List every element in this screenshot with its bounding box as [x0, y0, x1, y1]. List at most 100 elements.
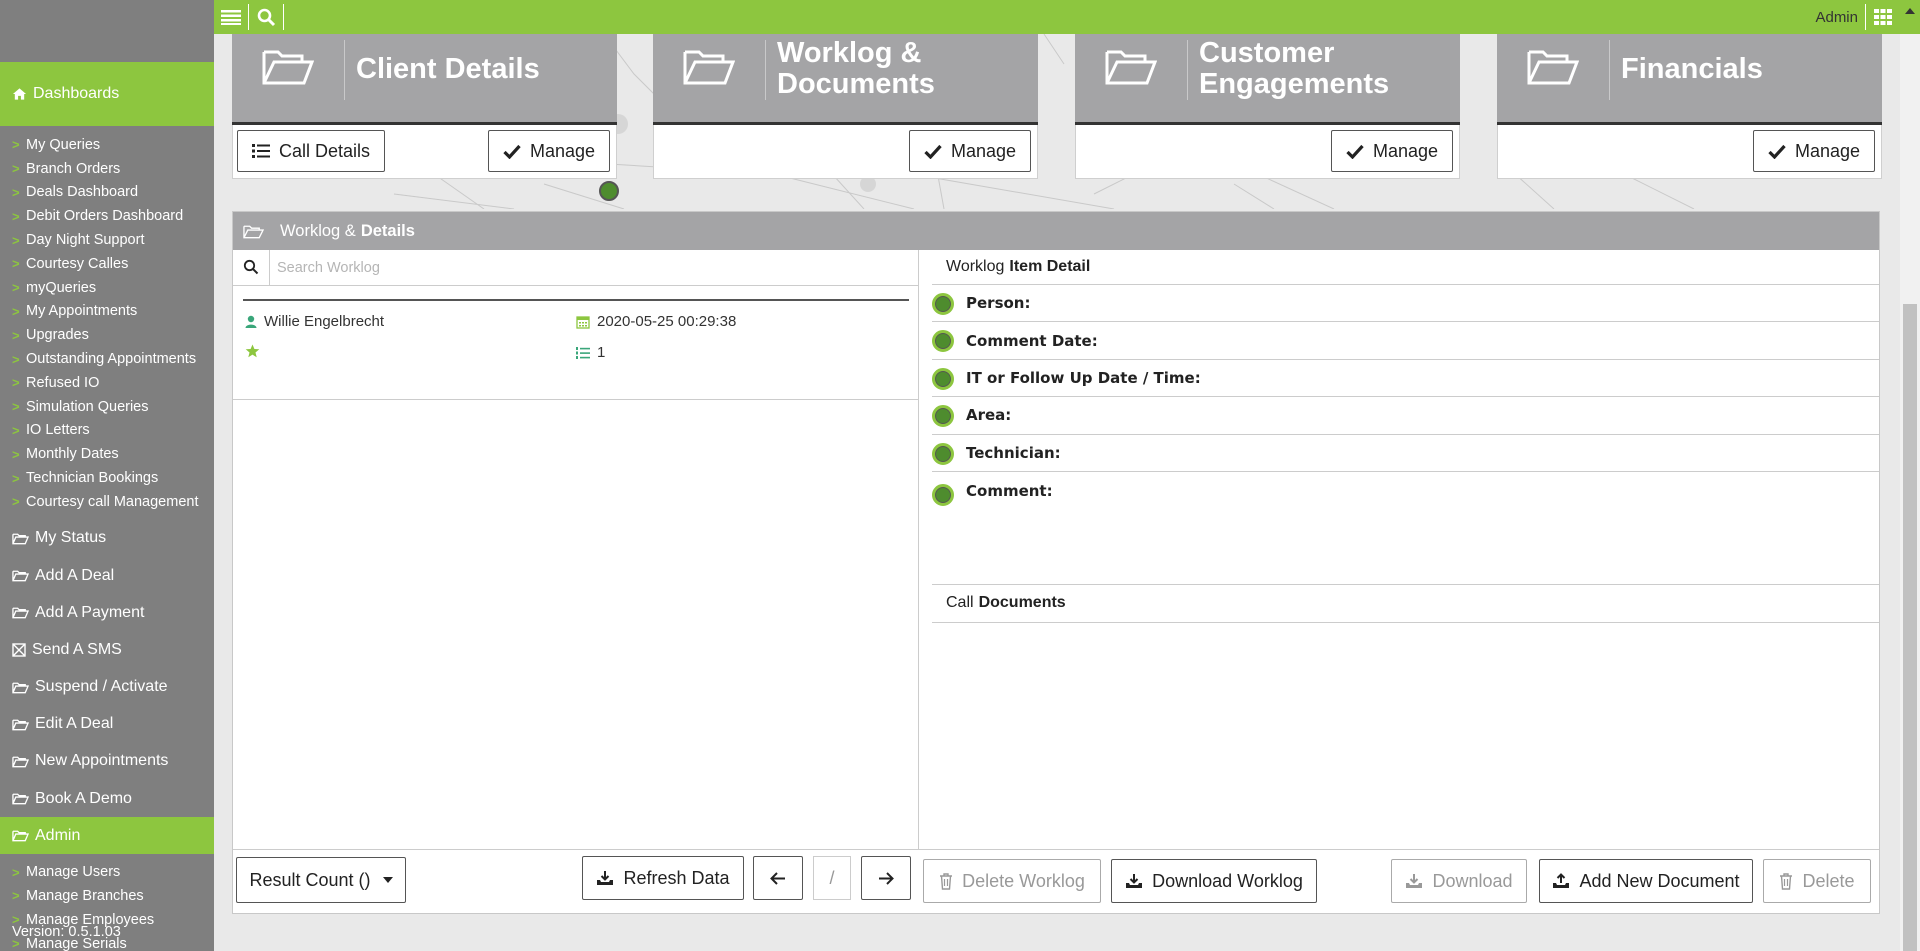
chevron-right-icon: >: [12, 327, 20, 343]
menu-button[interactable]: [214, 0, 248, 34]
sidebar-subitem-my-appointments[interactable]: > My Appointments: [0, 300, 214, 324]
previous-page-button[interactable]: [753, 856, 803, 900]
list-item[interactable]: Willie Engelbrecht 2020-05-25 00:29:38 1: [233, 301, 919, 400]
sidebar-subitem-label: My Appointments: [26, 303, 138, 320]
sidebar-subitem-my-queries[interactable]: > My Queries: [0, 133, 214, 157]
panel-header: Worklog & Details: [233, 212, 1879, 250]
sidebar-subitem-refused-io[interactable]: > Refused IO: [0, 371, 214, 395]
result-count-dropdown[interactable]: Result Count (): [236, 857, 406, 903]
detail-row-followup-date: IT or Follow Up Date / Time:: [932, 360, 1879, 398]
divider: [1187, 40, 1188, 100]
sidebar: Dashboards > My Queries > Branch Orders > D…: [0, 0, 214, 951]
card-financials: Financials Manage: [1497, 34, 1882, 179]
sidebar-subitem-label: My Queries: [26, 136, 101, 153]
chevron-right-icon: >: [12, 303, 20, 319]
button-label: Delete Worklog: [962, 870, 1085, 891]
call-details-button[interactable]: Call Details: [237, 130, 385, 172]
download-document-button[interactable]: Download: [1391, 859, 1527, 903]
sidebar-subitem-courtesy-call-management[interactable]: > Courtesy call Management: [0, 490, 214, 514]
detail-section-title: Worklog Item Detail: [932, 250, 1879, 285]
search-bar: [233, 250, 918, 286]
sidebar-subitem-outstanding-appointments[interactable]: > Outstanding Appointments: [0, 347, 214, 371]
page-scrollbar[interactable]: [1900, 34, 1920, 951]
divider: [1609, 40, 1610, 100]
sidebar-item-edit-a-deal[interactable]: Edit A Deal: [0, 706, 214, 743]
trash-icon: [1780, 872, 1793, 890]
refresh-data-button[interactable]: Refresh Data: [582, 856, 744, 900]
search-input[interactable]: [277, 256, 897, 280]
manage-button[interactable]: Manage: [488, 130, 610, 172]
next-page-button[interactable]: [861, 856, 911, 900]
trash-icon: [940, 872, 953, 890]
sidebar-subitem-day-night-support[interactable]: > Day Night Support: [0, 228, 214, 252]
docs-title-prefix: Call: [946, 594, 974, 612]
detail-label: Comment:: [966, 481, 1053, 500]
dashboard-submenu: > My Queries > Branch Orders > Deals Dashbo…: [0, 126, 214, 514]
sidebar-item-book-a-demo[interactable]: Book A Demo: [0, 780, 214, 817]
scrollbar-thumb[interactable]: [1903, 304, 1917, 951]
worklog-rating: [245, 344, 267, 358]
sidebar-item-my-status[interactable]: My Status: [0, 520, 214, 557]
detail-label: Technician:: [966, 443, 1061, 462]
delete-worklog-button[interactable]: Delete Worklog: [923, 859, 1101, 903]
sidebar-subitem-courtesy-calles[interactable]: > Courtesy Calles: [0, 252, 214, 276]
page-indicator: /: [813, 856, 851, 900]
sidebar-subitem-branch-orders[interactable]: > Branch Orders: [0, 157, 214, 181]
sidebar-subitem-monthly-dates[interactable]: > Monthly Dates: [0, 442, 214, 466]
button-label: Manage: [529, 140, 596, 161]
folder-open-icon: [1105, 50, 1157, 85]
sidebar-item-send-a-sms[interactable]: Send A SMS: [0, 631, 214, 668]
delete-document-button[interactable]: Delete: [1763, 859, 1871, 903]
sidebar-subitem-deals-dashboard[interactable]: > Deals Dashboard: [0, 181, 214, 205]
manage-button[interactable]: Manage: [1753, 130, 1875, 172]
panel-footer-toolbar: Result Count () Refresh Data / Delete Wo…: [233, 849, 1879, 913]
search-button[interactable]: [249, 0, 283, 34]
manage-button[interactable]: Manage: [1331, 130, 1453, 172]
sidebar-item-add-a-deal[interactable]: Add A Deal: [0, 557, 214, 594]
upload-tray-icon: [1553, 873, 1570, 888]
apps-button[interactable]: [1866, 0, 1900, 34]
sidebar-subitem-debit-orders[interactable]: > Debit Orders Dashboard: [0, 204, 214, 228]
button-label: Manage: [950, 140, 1017, 161]
sidebar-subitem-manage-users[interactable]: > Manage Users: [0, 860, 214, 884]
sidebar-subitem-io-letters[interactable]: > IO Letters: [0, 419, 214, 443]
sidebar-subitem-technician-bookings[interactable]: > Technician Bookings: [0, 466, 214, 490]
sidebar-item-suspend-activate[interactable]: Suspend / Activate: [0, 669, 214, 706]
chevron-right-icon: >: [12, 280, 20, 296]
user-menu[interactable]: Admin: [1815, 9, 1858, 26]
sidebar-subitem-manage-branches[interactable]: > Manage Branches: [0, 884, 214, 908]
sidebar-subitem-label: myQueries: [26, 279, 97, 296]
sidebar-subitem-upgrades[interactable]: > Upgrades: [0, 323, 214, 347]
sidebar-subitem-label: Branch Orders: [26, 160, 121, 177]
chevron-right-icon: >: [12, 864, 20, 880]
sidebar-item-admin[interactable]: Admin: [0, 817, 214, 855]
folder-open-icon: [12, 570, 29, 582]
download-worklog-button[interactable]: Download Worklog: [1111, 859, 1317, 903]
chevron-right-icon: >: [12, 470, 20, 486]
button-label: Result Count (): [249, 869, 371, 890]
card-header: Client Details: [232, 34, 617, 125]
sidebar-item-add-a-payment[interactable]: Add A Payment: [0, 594, 214, 631]
detail-title-prefix: Worklog: [946, 258, 1005, 275]
sidebar-subitem-myqueries[interactable]: > myQueries: [0, 276, 214, 300]
chevron-right-icon: >: [12, 232, 20, 248]
card-client-details: Client Details Call Details Manage: [232, 34, 617, 179]
folder-open-icon: [12, 830, 29, 842]
manage-button[interactable]: Manage: [909, 130, 1031, 172]
sidebar-item-new-appointments[interactable]: New Appointments: [0, 743, 214, 780]
status-dot-icon: [932, 293, 954, 315]
sidebar-subitem-simulation-queries[interactable]: > Simulation Queries: [0, 395, 214, 419]
caret-up-icon: [1905, 8, 1915, 14]
add-new-document-button[interactable]: Add New Document: [1539, 859, 1753, 903]
folder-open-icon: [12, 607, 29, 619]
sidebar-item-label: Admin: [35, 826, 81, 844]
folder-open-icon: [12, 793, 29, 805]
sidebar-subitem-label: Day Night Support: [26, 232, 145, 249]
detail-label: Area:: [966, 406, 1012, 425]
sidebar-item-dashboards[interactable]: Dashboards: [0, 62, 214, 126]
card-header: Worklog & Documents: [653, 34, 1038, 125]
folder-open-icon: [1527, 50, 1579, 85]
worklog-date-text: 2020-05-25 00:29:38: [597, 313, 737, 330]
scroll-up-button[interactable]: [1900, 0, 1920, 34]
worklog-detail-column: Worklog Item Detail Person: Comment Date…: [920, 250, 1879, 849]
